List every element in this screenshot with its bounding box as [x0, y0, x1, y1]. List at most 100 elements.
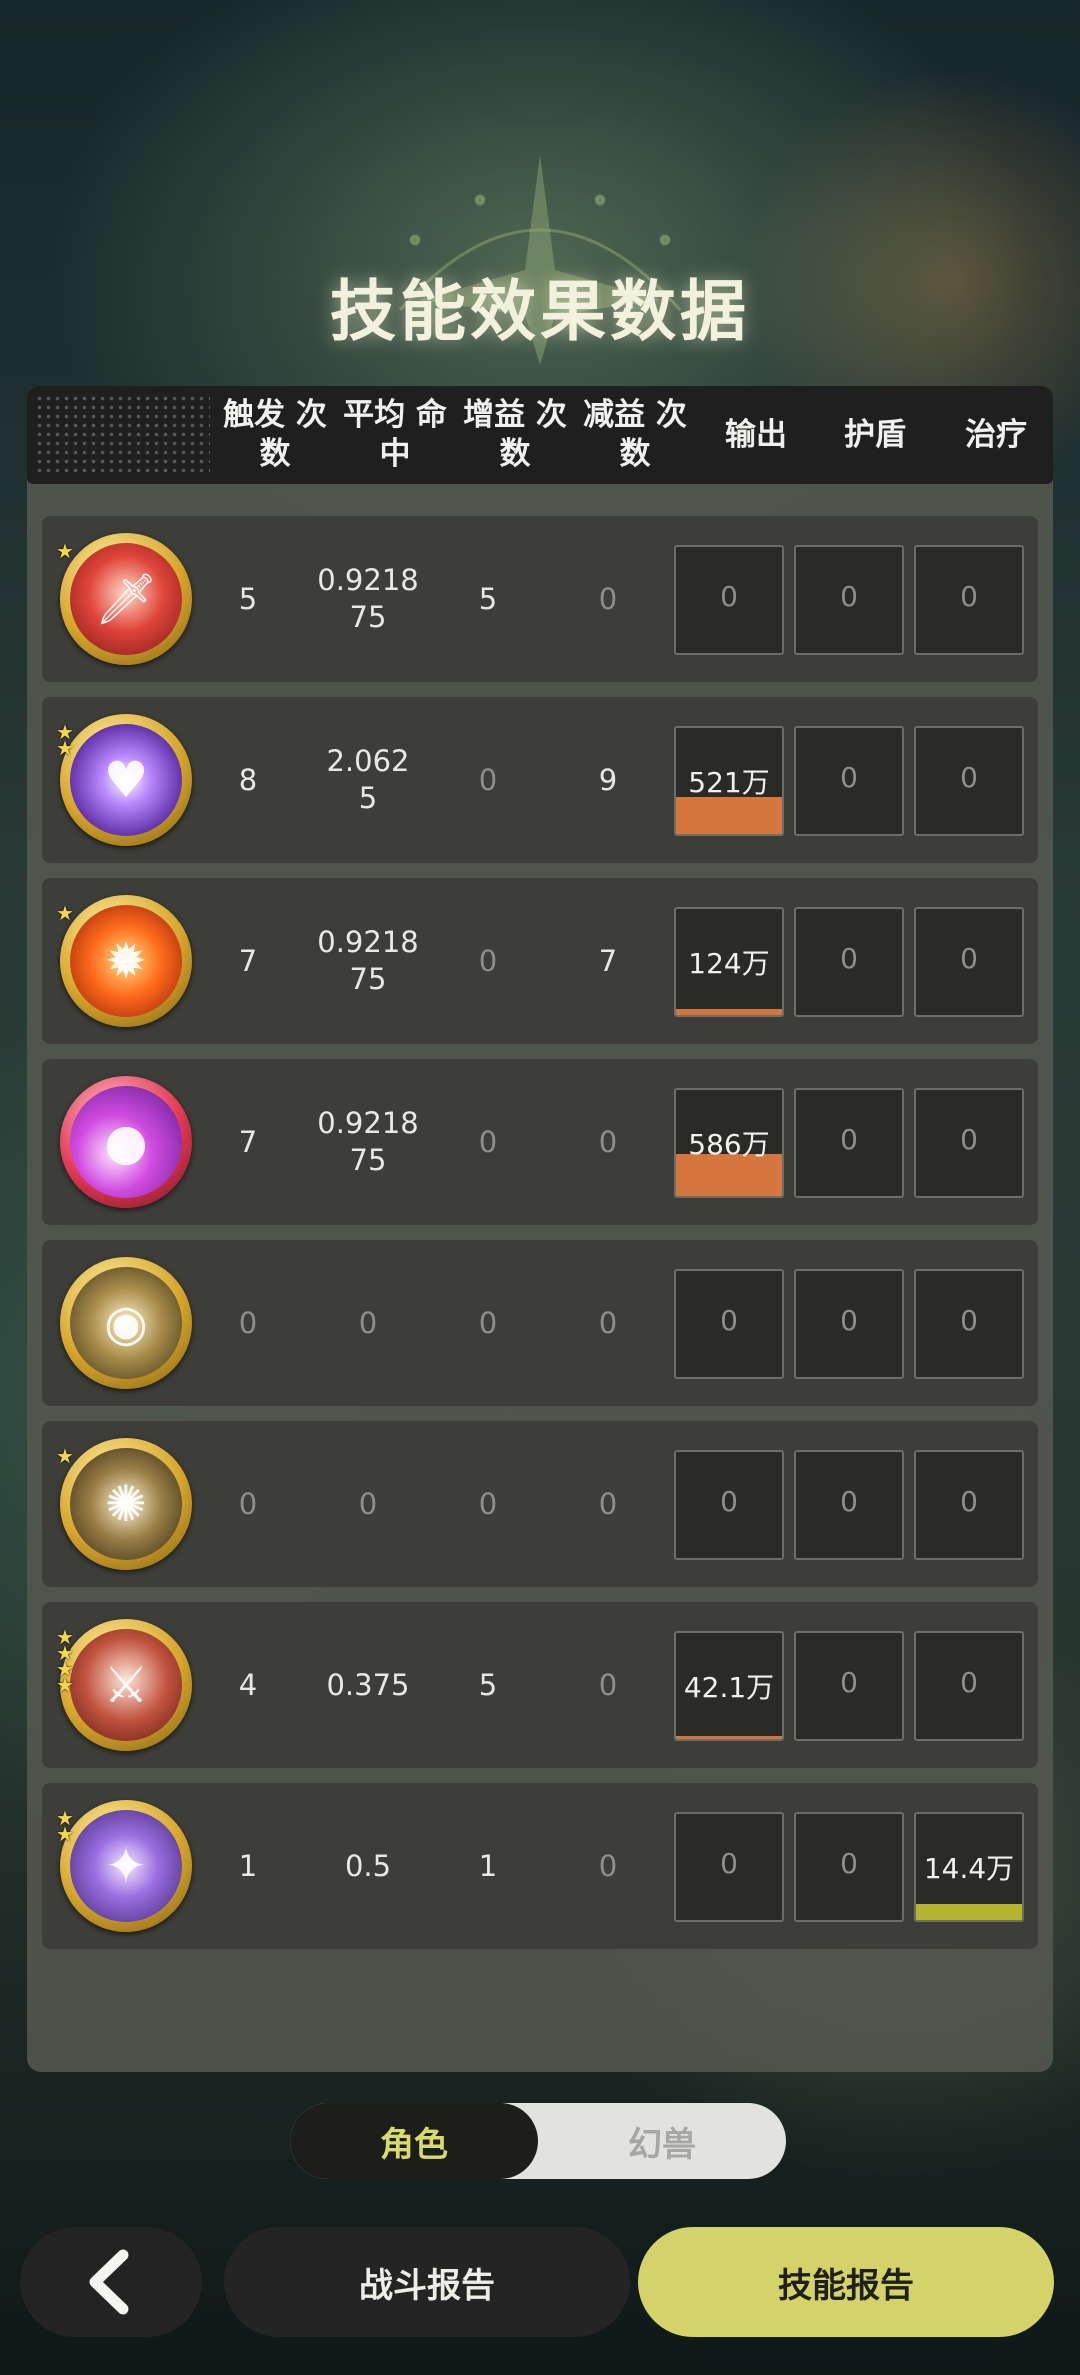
- icon-art: ●: [70, 1086, 182, 1198]
- output-value: 0: [720, 580, 738, 613]
- purple-orb-icon[interactable]: ●: [60, 1076, 192, 1208]
- shield-box: 0: [794, 907, 904, 1017]
- red-figure-sword-icon[interactable]: 🗡 ★: [56, 533, 192, 665]
- heal-box: 0: [914, 726, 1024, 836]
- trigger-count: 1: [238, 1848, 258, 1883]
- buff-count: 0: [478, 943, 498, 978]
- star-rating: ★ ★ ★ ★: [56, 1627, 74, 1697]
- header-avg-hit: 平均 命中: [343, 397, 447, 472]
- trigger-count: 0: [238, 1305, 258, 1340]
- avg-hit: 0.9218 75: [317, 1106, 419, 1177]
- debuff-count: 0: [598, 1305, 618, 1340]
- shield-value: 0: [840, 1666, 858, 1699]
- heal-bar: [916, 1904, 1022, 1920]
- heal-value: 0: [960, 580, 978, 613]
- output-value: 586万: [688, 1128, 770, 1161]
- output-value: 42.1万: [683, 1671, 775, 1704]
- output-value: 124万: [688, 947, 770, 980]
- shield-box: 0: [794, 1812, 904, 1922]
- trigger-count: 7: [238, 943, 258, 978]
- trigger-count: 5: [238, 581, 258, 616]
- star-icon: ★: [56, 1822, 74, 1846]
- shield-value: 0: [840, 761, 858, 794]
- icon-art: ✺: [70, 1448, 182, 1560]
- shield-value: 0: [840, 942, 858, 975]
- output-box: 521万: [674, 726, 784, 836]
- shield-box: 0: [794, 726, 904, 836]
- output-bar: [676, 1736, 782, 1739]
- fire-emblem-icon[interactable]: ✹ ★: [56, 895, 192, 1027]
- avg-hit: 0.9218 75: [317, 563, 419, 634]
- heal-box: 0: [914, 1631, 1024, 1741]
- role-beast-toggle[interactable]: 角色 幻兽: [290, 2103, 786, 2179]
- star-rating: ★ ★: [56, 722, 74, 758]
- tab-role[interactable]: 角色: [290, 2103, 538, 2179]
- shield-box: 0: [794, 1631, 904, 1741]
- red-warrior-icon[interactable]: ⚔ ★ ★ ★ ★: [56, 1619, 192, 1751]
- trigger-count: 4: [238, 1667, 258, 1702]
- output-bar: [676, 1009, 782, 1015]
- star-icon: ★: [56, 1673, 74, 1697]
- shield-value: 0: [840, 1123, 858, 1156]
- star-rating: ★: [56, 541, 74, 561]
- table-header: 触发 次数 平均 命中 增益 次数 减益 次数 输出 护盾 治疗: [27, 386, 1053, 484]
- eye-icon[interactable]: ◉: [60, 1257, 192, 1389]
- icon-art: ⚔: [70, 1629, 182, 1741]
- header-heal: 治疗: [965, 416, 1027, 453]
- buff-count: 5: [478, 1667, 498, 1702]
- heal-box: 0: [914, 1269, 1024, 1379]
- shield-value: 0: [840, 580, 858, 613]
- heal-value: 14.4万: [923, 1852, 1015, 1885]
- header-trigger-count: 触发 次数: [223, 397, 327, 472]
- output-bar: [676, 797, 782, 834]
- trigger-count: 8: [238, 762, 258, 797]
- avg-hit: 2.062 5: [326, 744, 410, 815]
- buff-count: 5: [478, 581, 498, 616]
- trigger-count: 0: [238, 1486, 258, 1521]
- star-rating: ★: [56, 1444, 74, 1468]
- output-box: 586万: [674, 1088, 784, 1198]
- skill-report-button[interactable]: 技能报告: [638, 2227, 1054, 2337]
- shield-value: 0: [840, 1847, 858, 1880]
- aperture-icon[interactable]: ✺ ★: [56, 1438, 192, 1570]
- avg-hit: 0: [358, 1486, 378, 1521]
- purple-heart-icon[interactable]: ♥ ★ ★: [56, 714, 192, 846]
- buff-count: 0: [478, 1305, 498, 1340]
- header-shield: 护盾: [844, 416, 906, 453]
- output-value: 0: [720, 1485, 738, 1518]
- heal-box: 0: [914, 545, 1024, 655]
- heal-value: 0: [960, 1304, 978, 1337]
- heal-box: 0: [914, 907, 1024, 1017]
- back-button[interactable]: [20, 2227, 202, 2337]
- avg-hit: 0.375: [326, 1667, 410, 1702]
- output-value: 521万: [688, 766, 770, 799]
- header-output: 输出: [725, 416, 787, 453]
- output-box: 124万: [674, 907, 784, 1017]
- buff-count: 1: [478, 1848, 498, 1883]
- debuff-count: 7: [598, 943, 618, 978]
- debuff-count: 0: [598, 1667, 618, 1702]
- star-rating: ★ ★: [56, 1808, 74, 1846]
- purple-lightning-icon[interactable]: ✦ ★ ★: [56, 1800, 192, 1932]
- heal-value: 0: [960, 761, 978, 794]
- debuff-count: 0: [598, 581, 618, 616]
- avg-hit: 0.9218 75: [317, 925, 419, 996]
- star-icon: ★: [56, 901, 74, 925]
- shield-box: 0: [794, 1088, 904, 1198]
- output-box: 0: [674, 545, 784, 655]
- buff-count: 0: [478, 762, 498, 797]
- heal-box: 0: [914, 1088, 1024, 1198]
- battle-report-button[interactable]: 战斗报告: [224, 2227, 630, 2337]
- star-icon: ★: [56, 1444, 74, 1468]
- chevron-left-icon: [89, 2249, 129, 2315]
- shield-value: 0: [840, 1485, 858, 1518]
- tab-beast[interactable]: 幻兽: [538, 2103, 786, 2179]
- trigger-count: 7: [238, 1124, 258, 1159]
- output-box: 0: [674, 1450, 784, 1560]
- output-value: 0: [720, 1847, 738, 1880]
- page-title: 技能效果数据: [330, 273, 750, 350]
- header-pattern: [35, 394, 210, 476]
- buff-count: 0: [478, 1486, 498, 1521]
- heal-value: 0: [960, 1666, 978, 1699]
- header-debuff-count: 减益 次数: [583, 397, 687, 472]
